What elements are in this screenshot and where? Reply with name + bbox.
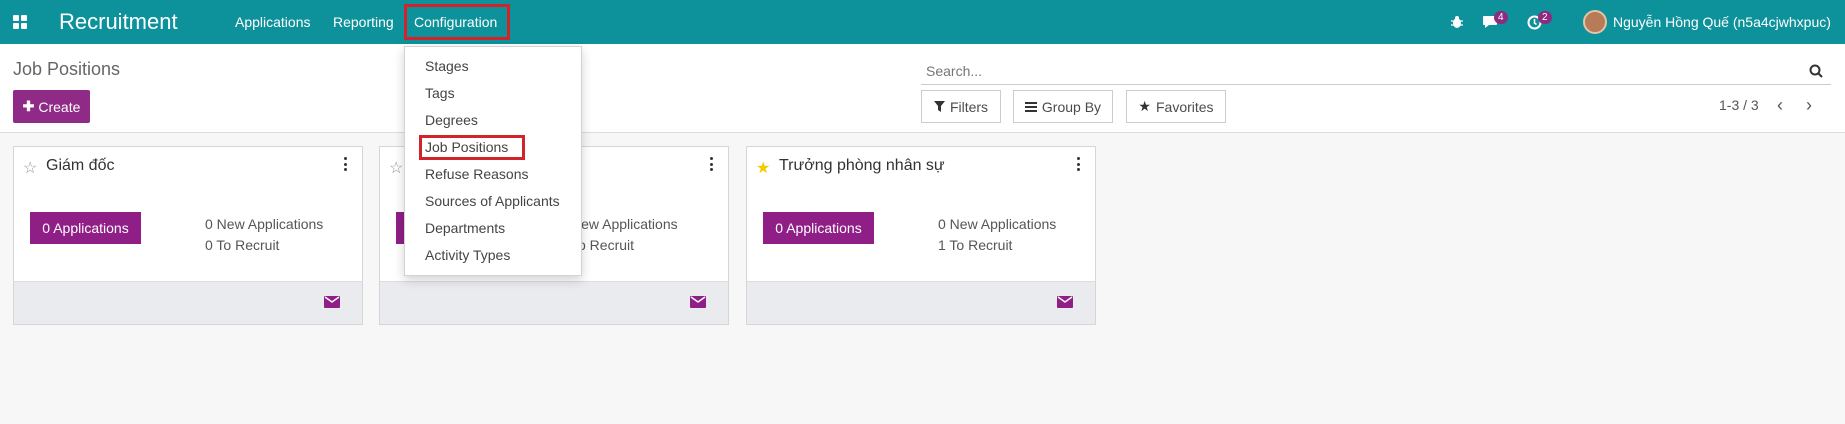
configuration-highlight-box	[404, 4, 510, 40]
page-title: Job Positions	[13, 59, 121, 79]
card-menu-icon[interactable]	[1077, 157, 1081, 171]
pager-next-icon[interactable]: ›	[1806, 95, 1812, 116]
favorite-star-icon[interactable]: ★	[756, 158, 770, 178]
job-title[interactable]: Trưởng phòng nhân sự	[779, 157, 945, 175]
menu-item-departments[interactable]: Departments	[425, 220, 505, 236]
job-stats: New Applications To Recruit	[571, 214, 678, 256]
to-recruit-text: To Recruit	[571, 237, 635, 253]
job-title[interactable]: Giám đốc	[46, 157, 114, 175]
avatar	[1583, 10, 1607, 34]
user-menu[interactable]: Nguyễn Hồng Quế (n5a4cjwhxpuc)	[1583, 0, 1831, 44]
star-icon: ★	[1138, 98, 1151, 114]
applications-button[interactable]: 0 Applications	[763, 212, 874, 244]
messages-badge: 4	[1494, 10, 1508, 24]
mail-icon[interactable]	[690, 296, 706, 308]
applications-button[interactable]: 0 Applications	[30, 212, 141, 244]
card-footer	[747, 281, 1095, 324]
group-by-label: Group By	[1041, 98, 1102, 115]
group-by-button[interactable]: Group By	[1013, 90, 1113, 123]
favorite-star-icon[interactable]: ☆	[389, 158, 403, 178]
pager-previous-icon[interactable]: ‹	[1777, 95, 1783, 116]
activities-badge: 2	[1538, 10, 1552, 24]
job-stats: 0 New Applications 1 To Recruit	[938, 214, 1056, 256]
menu-item-tags[interactable]: Tags	[425, 85, 455, 101]
create-label: Create	[38, 98, 81, 115]
favorite-star-icon[interactable]: ☆	[23, 158, 37, 178]
job-card-giam-doc[interactable]: ☆ Giám đốc 0 Applications 0 New Applicat…	[13, 146, 363, 325]
menu-item-activity-types[interactable]: Activity Types	[425, 247, 510, 263]
apps-menu-icon[interactable]	[13, 15, 27, 29]
to-recruit-text: 0 To Recruit	[205, 237, 280, 253]
search-input[interactable]	[926, 63, 1786, 79]
job-card-truong-phong[interactable]: ★ Trưởng phòng nhân sự 0 Applications 0 …	[746, 146, 1096, 325]
activities-icon[interactable]: 2	[1527, 0, 1552, 44]
debug-bug-icon[interactable]	[1450, 0, 1464, 44]
mail-icon[interactable]	[324, 296, 340, 308]
create-button[interactable]: ✚ Create	[13, 90, 90, 123]
messages-icon[interactable]: 4	[1482, 0, 1508, 44]
app-brand[interactable]: Recruitment	[59, 9, 178, 35]
search-icon[interactable]	[1809, 64, 1823, 78]
mail-icon[interactable]	[1057, 296, 1073, 308]
search-bar	[921, 59, 1831, 85]
filters-button[interactable]: Filters	[921, 90, 1001, 123]
favorites-button[interactable]: ★ Favorites	[1126, 90, 1226, 123]
new-applications-link[interactable]: New Applications	[571, 214, 678, 235]
user-name: Nguyễn Hồng Quế (n5a4cjwhxpuc)	[1613, 14, 1831, 30]
new-applications-link[interactable]: 0 New Applications	[205, 214, 323, 235]
filter-icon	[933, 101, 945, 112]
menu-item-refuse-reasons[interactable]: Refuse Reasons	[425, 166, 529, 182]
card-menu-icon[interactable]	[344, 157, 348, 171]
favorites-label: Favorites	[1155, 98, 1214, 115]
new-applications-link[interactable]: 0 New Applications	[938, 214, 1056, 235]
menu-item-stages[interactable]: Stages	[425, 58, 469, 74]
menu-applications[interactable]: Applications	[235, 14, 311, 30]
card-footer	[14, 281, 362, 324]
control-panel: Job Positions ✚ Create Filters Group By …	[0, 44, 1845, 133]
card-menu-icon[interactable]	[710, 157, 714, 171]
menu-item-sources-of-applicants[interactable]: Sources of Applicants	[425, 193, 560, 209]
configuration-dropdown: Stages Tags Degrees Job Positions Refuse…	[404, 46, 582, 276]
card-footer	[380, 281, 728, 324]
job-stats: 0 New Applications 0 To Recruit	[205, 214, 323, 256]
plus-icon: ✚	[22, 98, 35, 114]
top-navbar: Recruitment Applications Reporting Confi…	[0, 0, 1845, 44]
to-recruit-text: 1 To Recruit	[938, 237, 1013, 253]
pager-value[interactable]: 1-3 / 3	[1719, 97, 1759, 113]
menu-reporting[interactable]: Reporting	[333, 14, 394, 30]
menu-item-degrees[interactable]: Degrees	[425, 112, 478, 128]
list-icon	[1024, 101, 1037, 112]
job-positions-highlight-box	[419, 135, 525, 160]
filters-label: Filters	[949, 98, 989, 115]
